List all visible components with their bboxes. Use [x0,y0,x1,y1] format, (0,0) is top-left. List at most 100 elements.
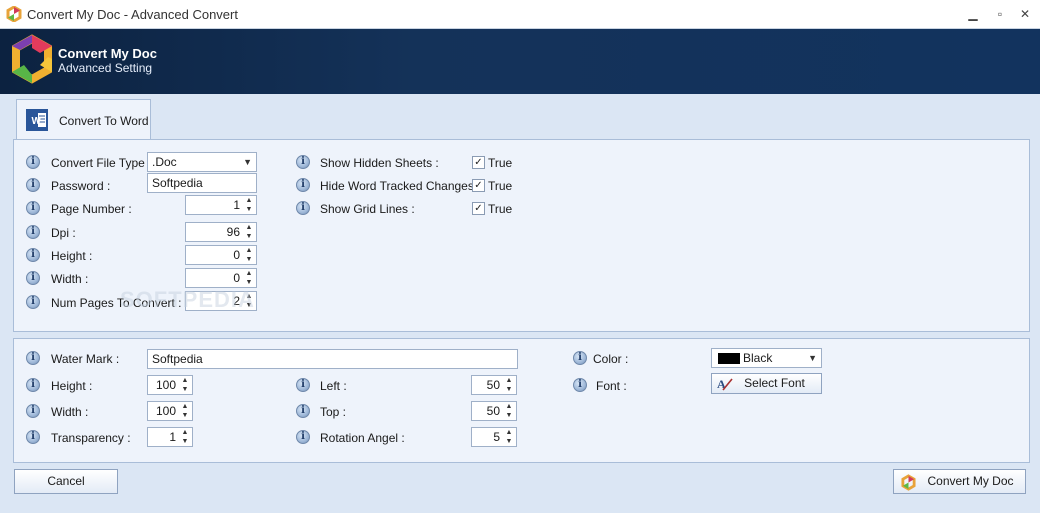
dpi-stepper[interactable]: 96 ▲ ▼ [185,222,257,242]
select-font-label: Select Font [744,376,805,390]
show-grid-lines-label: Show Grid Lines : [320,202,415,216]
rotation-value: 5 [493,430,500,444]
page-number-stepper[interactable]: 1 ▲ ▼ [185,195,257,215]
transparency-value: 1 [169,430,176,444]
page-number-value: 1 [233,198,240,212]
info-icon[interactable]: i [296,430,310,444]
hide-tracked-changes-checkbox[interactable]: ✓ [472,179,485,192]
hide-tracked-changes-value: True [488,179,513,193]
tab-convert-to-word[interactable]: W Convert To Word [16,99,151,140]
color-select[interactable]: Black ▼ [711,348,822,368]
wm-height-value: 100 [155,378,176,392]
dpi-value: 96 [226,225,240,239]
word-icon: W [26,109,48,131]
left-value: 50 [486,378,500,392]
convert-file-type-select[interactable]: .Doc ▼ [147,152,257,172]
header-title: Convert My Doc [58,46,157,61]
spin-arrows-icon[interactable]: ▲ ▼ [504,428,514,446]
width-label: Width : [51,272,89,286]
top-value: 50 [486,404,500,418]
spin-arrows-icon[interactable]: ▲ ▼ [504,402,514,420]
app-logo-icon [6,6,22,22]
info-icon[interactable]: i [26,430,40,444]
height-value: 0 [233,248,240,262]
convert-my-doc-label: Convert My Doc [927,474,1014,488]
spin-arrows-icon[interactable]: ▲ ▼ [180,402,190,420]
info-icon[interactable]: i [26,225,40,239]
wm-width-label: Width : [51,405,89,419]
hide-tracked-changes-label: Hide Word Tracked Changes : [320,179,481,193]
header-banner: Convert My Doc Advanced Setting [0,29,1040,94]
wm-height-stepper[interactable]: 100 ▲ ▼ [147,375,193,395]
rotation-stepper[interactable]: 5 ▲ ▼ [471,427,517,447]
wm-height-label: Height : [51,379,93,393]
show-grid-lines-value: True [488,202,513,216]
chevron-down-icon: ▼ [243,157,252,167]
info-icon[interactable]: i [26,248,40,262]
select-font-button[interactable]: A Select Font [711,373,822,394]
top-stepper[interactable]: 50 ▲ ▼ [471,401,517,421]
spin-arrows-icon[interactable]: ▲ ▼ [244,246,254,264]
info-icon[interactable]: i [26,378,40,392]
minimize-button[interactable]: ▁ [962,4,984,24]
tab-label: Convert To Word [59,114,149,128]
rotation-label: Rotation Angel : [320,431,405,445]
convert-file-type-label: Convert File Type : [51,156,152,170]
close-button[interactable]: ✕ [1014,4,1036,24]
font-pen-icon: A [717,377,733,391]
password-label: Password : [51,179,111,193]
wm-width-stepper[interactable]: 100 ▲ ▼ [147,401,193,421]
window-title: Convert My Doc - Advanced Convert [27,7,238,22]
info-icon[interactable]: i [296,155,310,169]
info-icon[interactable]: i [26,351,40,365]
maximize-button[interactable]: ▫ [989,4,1011,24]
softpedia-watermark: SOFTPEDIA [120,287,255,312]
wm-width-value: 100 [155,404,176,418]
cancel-button[interactable]: Cancel [14,469,118,494]
info-icon[interactable]: i [296,178,310,192]
info-icon[interactable]: i [573,378,587,392]
password-input[interactable]: Softpedia [147,173,257,193]
info-icon[interactable]: i [26,201,40,215]
left-stepper[interactable]: 50 ▲ ▼ [471,375,517,395]
width-stepper[interactable]: 0 ▲ ▼ [185,268,257,288]
info-icon[interactable]: i [26,271,40,285]
info-icon[interactable]: i [26,178,40,192]
svg-text:W: W [32,116,42,127]
height-stepper[interactable]: 0 ▲ ▼ [185,245,257,265]
spin-arrows-icon[interactable]: ▲ ▼ [180,428,190,446]
info-icon[interactable]: i [296,378,310,392]
watermark-input[interactable]: Softpedia [147,349,518,369]
info-icon[interactable]: i [573,351,587,365]
info-icon[interactable]: i [26,404,40,418]
info-icon[interactable]: i [296,201,310,215]
spin-arrows-icon[interactable]: ▲ ▼ [504,376,514,394]
transparency-label: Transparency : [51,431,131,445]
show-hidden-sheets-value: True [488,156,513,170]
watermark-label: Water Mark : [51,352,120,366]
show-grid-lines-checkbox[interactable]: ✓ [472,202,485,215]
info-icon[interactable]: i [26,295,40,309]
color-swatch [718,353,740,364]
header-subtitle: Advanced Setting [58,61,153,75]
info-icon[interactable]: i [296,404,310,418]
spin-arrows-icon[interactable]: ▲ ▼ [244,223,254,241]
convert-my-doc-button[interactable]: Convert My Doc [893,469,1026,494]
left-label: Left : [320,379,347,393]
show-hidden-sheets-checkbox[interactable]: ✓ [472,156,485,169]
width-value: 0 [233,271,240,285]
height-label: Height : [51,249,93,263]
chevron-down-icon: ▼ [808,353,817,363]
dpi-label: Dpi : [51,226,76,240]
top-label: Top : [320,405,347,419]
font-label: Font : [596,379,627,393]
app-logo-icon [901,474,916,491]
transparency-stepper[interactable]: 1 ▲ ▼ [147,427,193,447]
title-bar: Convert My Doc - Advanced Convert ▁ ▫ ✕ [0,0,1040,29]
color-value: Black [743,351,773,365]
spin-arrows-icon[interactable]: ▲ ▼ [180,376,190,394]
spin-arrows-icon[interactable]: ▲ ▼ [244,269,254,287]
spin-arrows-icon[interactable]: ▲ ▼ [244,196,254,214]
app-logo-icon [12,34,52,84]
info-icon[interactable]: i [26,155,40,169]
